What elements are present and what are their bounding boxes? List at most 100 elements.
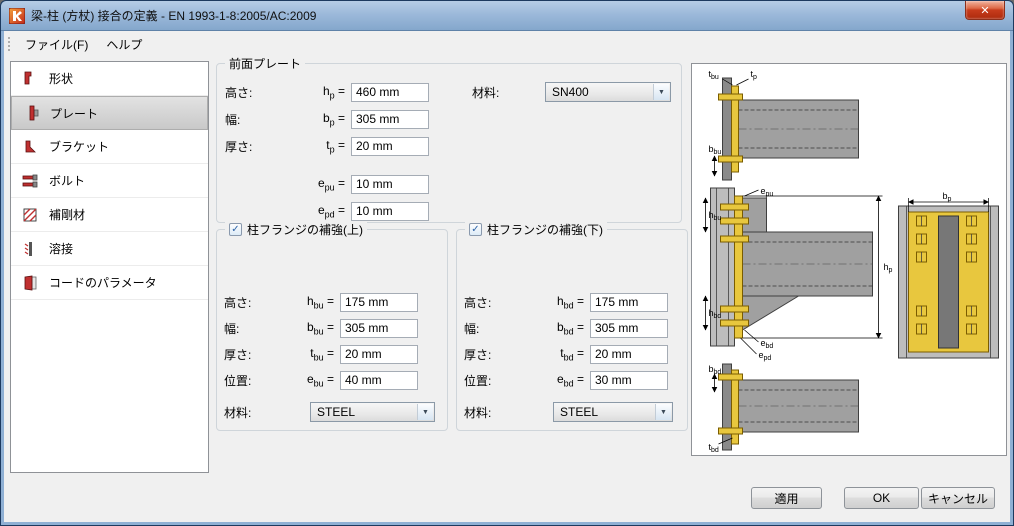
bolt bbox=[720, 235, 749, 243]
connection-diagram: tbu tp bbu epu hbu hbd hp ebd epd bp bbd… bbox=[702, 69, 999, 454]
upper-material-label: 材料: bbox=[224, 405, 252, 420]
dim-label-tp: tp bbox=[751, 69, 758, 81]
close-icon: ✕ bbox=[980, 4, 990, 17]
plate-icon bbox=[29, 105, 39, 121]
sidebar: 形状 プレート ブラケット ボルト 補剛材 溶接 コードのパラメータ bbox=[10, 61, 209, 473]
epd-input[interactable] bbox=[351, 201, 429, 221]
tp-label: 厚さ: bbox=[225, 139, 253, 154]
bolt bbox=[720, 217, 749, 225]
title-bar[interactable]: 梁-柱 (方杖) 接合の定義 - EN 1993-1-8:2005/AC:200… bbox=[1, 1, 1013, 31]
chevron-down-icon: ▼ bbox=[653, 84, 669, 100]
lower-material-select[interactable]: STEEL ▼ bbox=[553, 402, 673, 422]
dim-label-tbu: tbu bbox=[709, 69, 719, 81]
connection-diagram-panel: tbu tp bbu epu hbu hbd hp ebd epd bp bbd… bbox=[691, 63, 1007, 456]
bolt bbox=[720, 305, 749, 313]
sidebar-item-bracket[interactable]: ブラケット bbox=[11, 130, 208, 164]
bolt bbox=[718, 427, 743, 435]
upper-reinforcement-checkbox[interactable]: ✓ bbox=[229, 223, 242, 236]
ebd-symbol: ebd = bbox=[556, 371, 584, 389]
tbd-input[interactable] bbox=[590, 344, 668, 364]
upper-reinforcement-group: ✓ 柱フランジの補強(上) 高さ: hbu = 幅: bbu = 厚さ: tbu… bbox=[216, 221, 448, 431]
app-icon bbox=[9, 7, 25, 24]
sidebar-item-label: ブラケット bbox=[49, 140, 110, 154]
sidebar-item-stiffener[interactable]: 補剛材 bbox=[11, 198, 208, 232]
menu-bar: ファイル(F) ヘルプ bbox=[4, 31, 1010, 57]
upper-material-value: STEEL bbox=[317, 405, 356, 419]
sidebar-item-weld[interactable]: 溶接 bbox=[11, 232, 208, 266]
diagram-bottom-view: bbd tbd bbox=[709, 363, 859, 454]
upper-reinforcement-plate bbox=[742, 197, 767, 233]
ebu-symbol: ebu = bbox=[306, 371, 334, 389]
hbu-label: 高さ: bbox=[224, 295, 252, 310]
menu-item-file[interactable]: ファイル(F) bbox=[16, 32, 97, 57]
bbu-label: 幅: bbox=[224, 321, 240, 336]
sidebar-item-bolt[interactable]: ボルト bbox=[11, 164, 208, 198]
hbd-symbol: hbd = bbox=[556, 293, 584, 311]
front-plate-legend-text: 前面プレート bbox=[229, 57, 302, 71]
sidebar-item-shape[interactable]: 形状 bbox=[11, 62, 208, 96]
ebu-label: 位置: bbox=[224, 373, 252, 388]
ok-button[interactable]: OK bbox=[844, 487, 919, 509]
ebd-input[interactable] bbox=[590, 370, 668, 390]
epd-symbol: epd = bbox=[317, 202, 345, 220]
epu-input[interactable] bbox=[351, 174, 429, 194]
dim-label-ebd: ebd bbox=[761, 338, 774, 350]
sidebar-item-label: プレート bbox=[50, 106, 99, 121]
sidebar-item-plate[interactable]: プレート bbox=[11, 96, 208, 130]
upper-material-select[interactable]: STEEL ▼ bbox=[310, 402, 435, 422]
column-flange bbox=[722, 77, 732, 181]
hbu-input[interactable] bbox=[340, 292, 418, 312]
shape-icon bbox=[24, 71, 32, 84]
bp-input[interactable] bbox=[351, 109, 429, 129]
sidebar-item-label: 溶接 bbox=[49, 242, 74, 256]
apply-button[interactable]: 適用 bbox=[751, 487, 822, 509]
cancel-button-label: キャンセル bbox=[927, 491, 988, 506]
bp-label: 幅: bbox=[225, 112, 241, 127]
hbd-label: 高さ: bbox=[464, 295, 492, 310]
bolt bbox=[718, 155, 743, 163]
epu-symbol: epu = bbox=[317, 175, 345, 193]
front-plate-group: 前面プレート 高さ: hp = 幅: bp = 厚さ: tp = epu = bbox=[216, 55, 682, 223]
hp-symbol: hp = bbox=[322, 83, 345, 101]
bracket-icon bbox=[25, 140, 36, 152]
lower-reinforcement-checkbox[interactable]: ✓ bbox=[469, 223, 482, 236]
dim-label-bp: bp bbox=[943, 191, 952, 203]
sidebar-item-label: 形状 bbox=[49, 72, 74, 86]
front-material-select[interactable]: SN400 ▼ bbox=[545, 82, 671, 102]
hp-input[interactable] bbox=[351, 82, 429, 102]
ebu-input[interactable] bbox=[340, 370, 418, 390]
front-material-label: 材料: bbox=[472, 85, 500, 100]
stiffener-icon bbox=[23, 208, 37, 221]
bp-symbol: bp = bbox=[322, 110, 345, 128]
sidebar-item-label: コードのパラメータ bbox=[49, 276, 157, 290]
tbd-symbol: tbd = bbox=[560, 345, 584, 363]
menu-grip-icon bbox=[8, 37, 10, 51]
tp-symbol: tp = bbox=[326, 137, 345, 155]
bbd-input[interactable] bbox=[590, 318, 668, 338]
sidebar-item-code-parameters[interactable]: コードのパラメータ bbox=[11, 266, 208, 300]
dim-label-tbd: tbd bbox=[709, 442, 719, 454]
lower-reinforcement-legend: 柱フランジの補強(下) bbox=[487, 223, 603, 237]
chevron-down-icon: ▼ bbox=[417, 404, 433, 420]
end-plate bbox=[734, 195, 743, 339]
bolt bbox=[720, 203, 749, 211]
cancel-button[interactable]: キャンセル bbox=[921, 487, 995, 509]
ok-button-label: OK bbox=[872, 491, 891, 505]
close-button[interactable]: ✕ bbox=[965, 1, 1005, 20]
tbu-input[interactable] bbox=[340, 344, 418, 364]
bolt-icon bbox=[22, 174, 38, 187]
bbu-input[interactable] bbox=[340, 318, 418, 338]
bbd-label: 幅: bbox=[464, 321, 480, 336]
bbd-symbol: bbd = bbox=[556, 319, 584, 337]
lower-haunch bbox=[742, 295, 801, 331]
dim-label-hp: hp bbox=[884, 262, 893, 274]
menu-item-help[interactable]: ヘルプ bbox=[97, 32, 151, 57]
ebd-label: 位置: bbox=[464, 373, 492, 388]
front-plate-legend: 前面プレート bbox=[225, 55, 306, 72]
diagram-top-view: tbu tp bbu bbox=[709, 69, 859, 181]
sidebar-item-label: ボルト bbox=[49, 174, 86, 188]
tp-input[interactable] bbox=[351, 136, 429, 156]
hbd-input[interactable] bbox=[590, 292, 668, 312]
hbu-symbol: hbu = bbox=[306, 293, 334, 311]
diagram-side-view: epu hbu hbd hp ebd epd bbox=[702, 186, 893, 362]
